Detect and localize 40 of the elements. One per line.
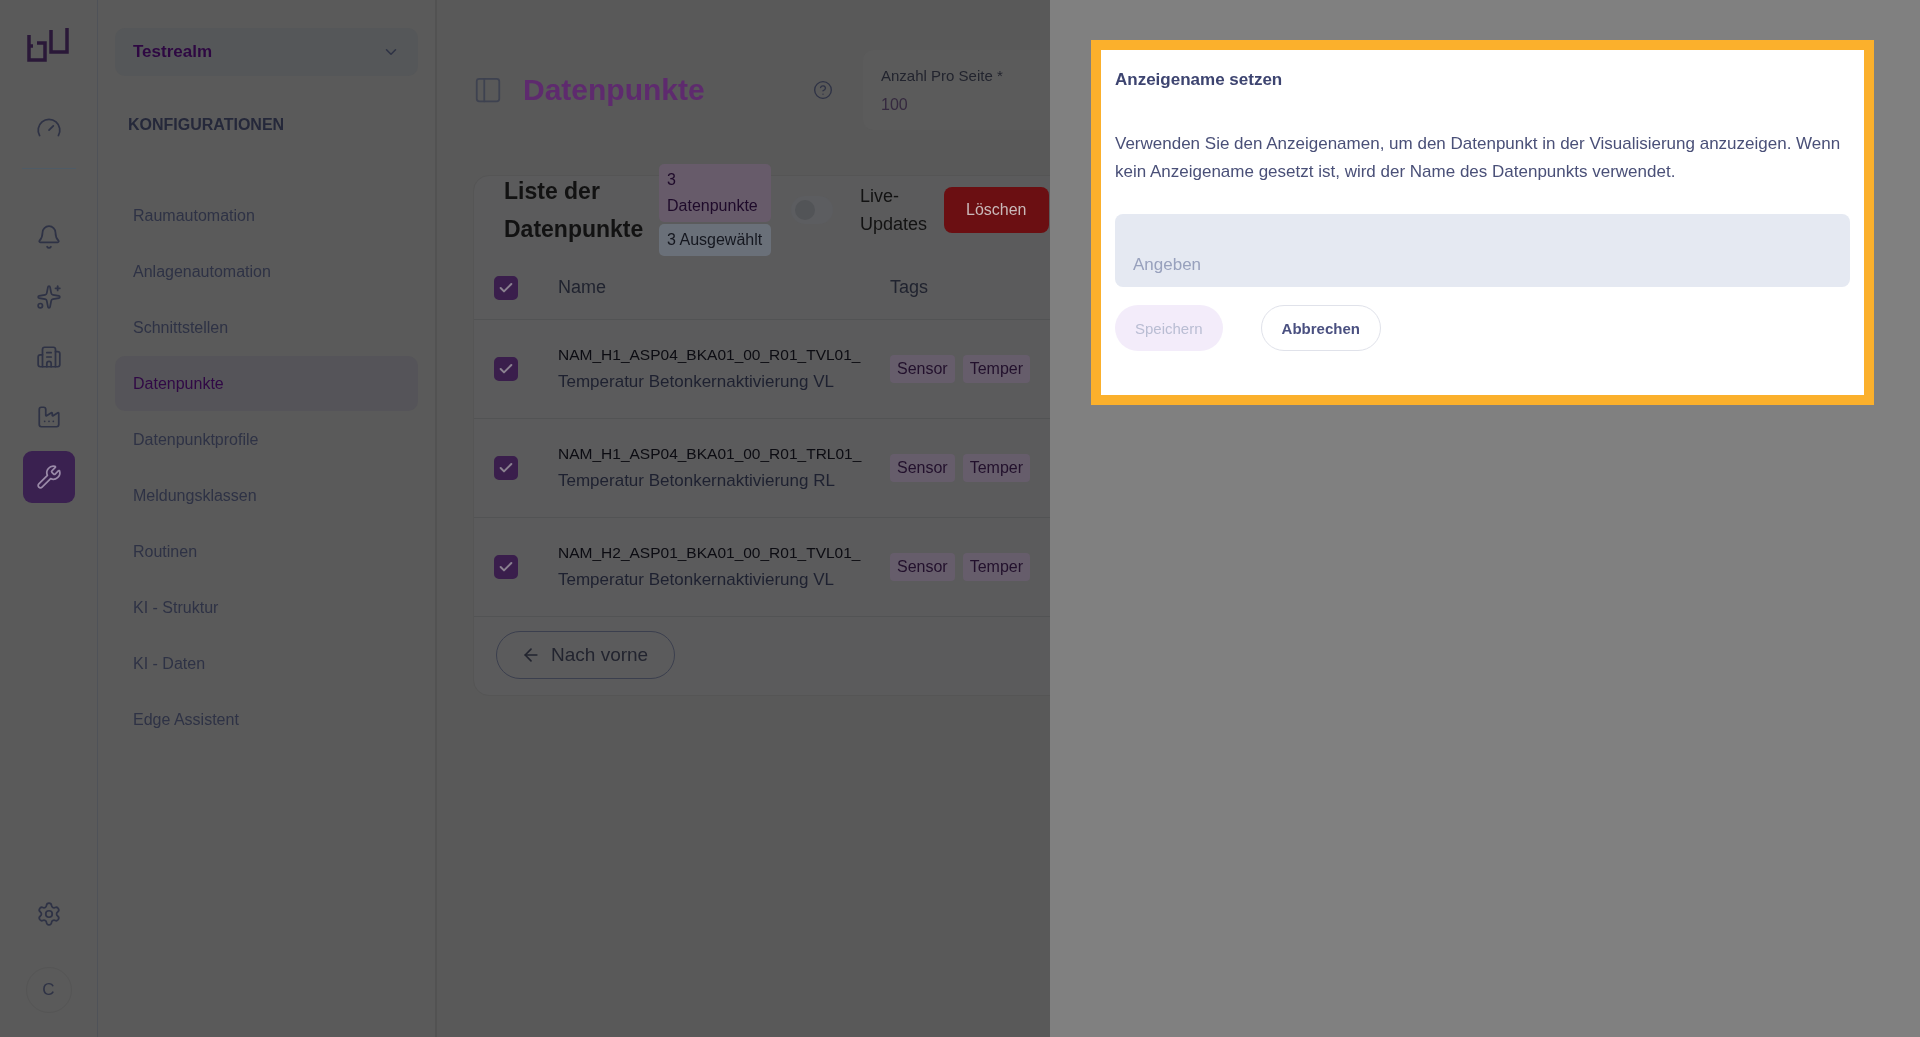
tag: Sensor [890, 355, 955, 383]
column-header: Name [558, 277, 607, 298]
sidebar-item[interactable]: Datenpunkte [115, 356, 418, 411]
logo-icon [26, 26, 71, 64]
tag: Sensor [890, 553, 955, 581]
factory-icon [35, 404, 62, 430]
datapoint-description: Temperatur Betonkernaktivierung RL [558, 471, 836, 491]
datapoint-description: Temperatur Betonkernaktivierung VL [558, 372, 835, 392]
datapoint-name: NAM_H1_ASP04_BKA01_00_R01_TVL01_ [558, 346, 862, 364]
realm-select[interactable]: Testrealm [115, 28, 418, 76]
panel-toggle-icon[interactable] [473, 75, 503, 105]
help-icon[interactable] [813, 80, 833, 100]
switch-label: Live-Updates [860, 185, 929, 236]
select-all-checkbox[interactable] [494, 275, 518, 300]
wrench-button[interactable] [22, 451, 75, 503]
tag: Sensor [890, 454, 955, 482]
settings-icon[interactable] [35, 901, 62, 927]
list-title: Liste der Datenpunkte [504, 177, 645, 244]
field-label: Anzahl Pro Seite * [881, 66, 1004, 84]
count-badge: 3 Datenpunkte [659, 164, 771, 222]
sparkles-icon [35, 284, 62, 310]
column-header: Tags [890, 277, 929, 298]
bell-icon [35, 224, 62, 250]
row-checkbox[interactable] [494, 555, 518, 579]
datapoint-name: NAM_H2_ASP01_BKA01_00_R01_TVL01_ [558, 544, 862, 562]
dialog-title: Anzeigename setzen [1115, 70, 1284, 90]
tag: Temper [962, 553, 1031, 581]
datapoint-description: Temperatur Betonkernaktivierung VL [558, 570, 835, 590]
display-name-field[interactable]: Angeben [1115, 214, 1850, 287]
tag: Temper [962, 454, 1031, 482]
row-checkbox[interactable] [494, 456, 518, 480]
cancel-button[interactable]: Abbrechen [1260, 305, 1381, 351]
row-checkbox[interactable] [494, 357, 518, 381]
count-badge: 3 Ausgewählt [659, 224, 771, 256]
datapoint-name: NAM_H1_ASP04_BKA01_00_R01_TRL01_ [558, 445, 863, 463]
dialog-text: Verwenden Sie den Anzeigenamen, um den Datenpunkt in der Visualisierung anzuzeigen. Wenn kein Anzeigename gesetzt ist, wird der Name des Datenpunkts verwendet. [1115, 133, 1842, 183]
buildings-icon [35, 344, 62, 370]
delete-button[interactable]: Löschen [944, 187, 1049, 233]
wrench-icon [35, 464, 62, 490]
tag: Temper [962, 355, 1031, 383]
